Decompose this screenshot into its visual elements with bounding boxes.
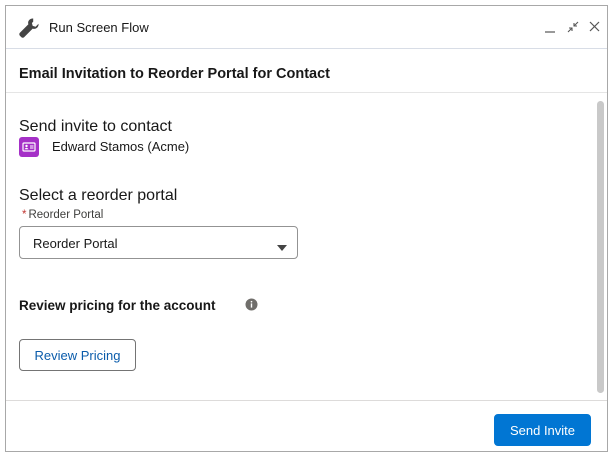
flow-heading: Email Invitation to Reorder Portal for C…: [19, 66, 330, 82]
reorder-portal-select[interactable]: Reorder Portal: [19, 226, 298, 259]
title-bar: Run Screen Flow: [6, 6, 607, 49]
wrench-icon: [18, 17, 40, 39]
contact-section-title: Send invite to contact: [19, 118, 172, 135]
review-pricing-button[interactable]: Review Pricing: [19, 339, 136, 371]
minimize-icon[interactable]: [542, 18, 560, 36]
flow-footer: Send Invite: [6, 400, 607, 451]
window-title: Run Screen Flow: [49, 20, 149, 35]
reorder-portal-selected-value: Reorder Portal: [33, 236, 118, 251]
flow-content: Send invite to contact Edward Stamos (Ac…: [6, 92, 607, 400]
pricing-section-title: Review pricing for the account: [19, 298, 216, 313]
restore-icon[interactable]: [564, 18, 582, 36]
scrollbar-thumb[interactable]: [597, 101, 604, 393]
reorder-portal-label: * Reorder Portal: [22, 209, 103, 221]
close-icon[interactable]: [586, 18, 604, 36]
caret-down-icon: [276, 239, 288, 251]
contact-card-icon: [19, 137, 39, 157]
required-marker: *: [22, 209, 27, 221]
contact-name: Edward Stamos (Acme): [52, 139, 190, 154]
portal-section-title: Select a reorder portal: [19, 187, 178, 204]
info-icon[interactable]: [245, 298, 258, 311]
screen-flow-window: Run Screen Flow Email Invitation to Reor…: [5, 5, 608, 452]
reorder-portal-label-text: Reorder Portal: [28, 209, 104, 221]
send-invite-button[interactable]: Send Invite: [494, 414, 591, 446]
